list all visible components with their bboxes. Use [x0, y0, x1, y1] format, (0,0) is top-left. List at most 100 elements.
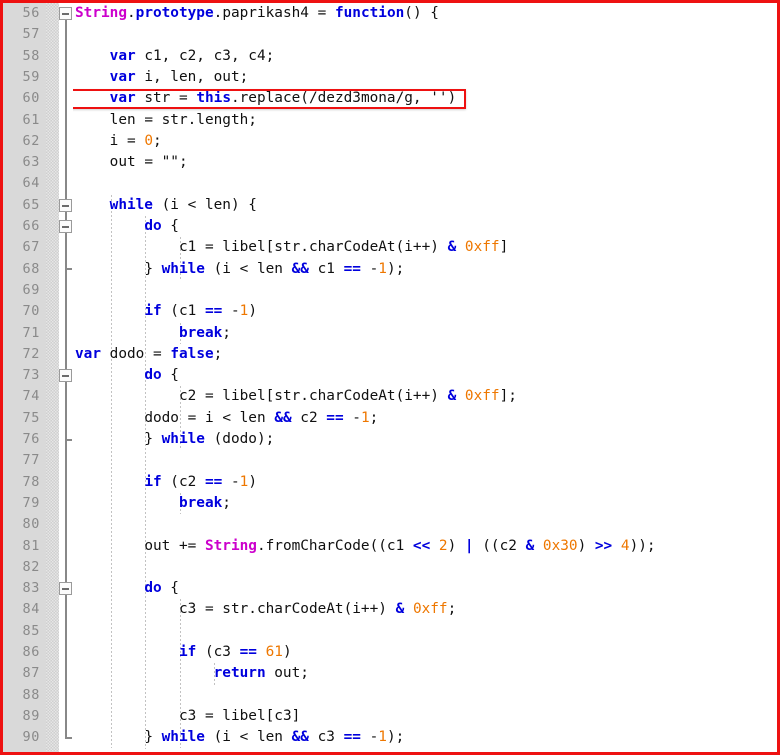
code-line[interactable]: if (c2 == -1) [73, 472, 777, 493]
code-line[interactable]: return out; [73, 663, 777, 684]
code-line[interactable]: break; [73, 323, 777, 344]
code-line-text: return out; [73, 665, 309, 681]
code-token: && [291, 729, 309, 746]
code-line[interactable]: var i, len, out; [73, 67, 777, 88]
fold-toggle-icon[interactable] [59, 369, 72, 383]
code-token: ) [248, 303, 257, 320]
code-token: .replace(/dezd3mona/g, '') [230, 90, 457, 107]
code-line[interactable]: do { [73, 216, 777, 237]
code-line[interactable]: if (c3 == 61) [73, 642, 777, 663]
code-line[interactable] [73, 450, 777, 471]
code-line[interactable]: while (i < len) { [73, 195, 777, 216]
code-line[interactable]: dodo = i < len && c2 == -1; [73, 408, 777, 429]
code-token: { [161, 367, 179, 384]
code-token: & [395, 601, 405, 618]
code-line[interactable]: c2 = libel[str.charCodeAt(i++) & 0xff]; [73, 386, 777, 407]
code-token: false [170, 345, 214, 362]
code-line[interactable] [73, 685, 777, 706]
code-token: c1, c2, c3, c4; [135, 47, 275, 64]
code-text-area[interactable]: String.prototype.paprikash4 = function()… [73, 3, 777, 752]
code-line[interactable]: String.prototype.paprikash4 = function()… [73, 3, 777, 24]
line-number-list: 56 57 58 59 60 61 62 63 64 65 66 67 68 69 70 71 72 73 74 75… [3, 3, 46, 752]
code-line-text: i = 0; [73, 133, 162, 149]
code-token: var [109, 68, 136, 85]
code-line[interactable] [73, 621, 777, 642]
code-line[interactable]: break; [73, 493, 777, 514]
code-token: 1 [360, 409, 370, 426]
code-line[interactable]: do { [73, 578, 777, 599]
code-token: function [334, 5, 405, 21]
line-number-gutter[interactable]: 56 57 58 59 60 61 62 63 64 65 66 67 68 69 70 71 72 73 74 75… [3, 3, 46, 752]
code-token: } [144, 729, 162, 746]
code-line-text: var str = this.replace(/dezd3mona/g, '') [73, 90, 457, 107]
line-number: 90 [22, 729, 40, 746]
code-line[interactable]: len = str.length; [73, 110, 777, 131]
code-token: - [230, 303, 240, 320]
code-token: = [152, 345, 162, 362]
code-token: ) [577, 537, 595, 554]
line-number: 80 [22, 516, 40, 533]
code-token: ((c2 [473, 537, 526, 554]
code-line[interactable]: c3 = libel[c3] [73, 706, 777, 727]
line-number: 59 [22, 68, 40, 85]
code-line-text: } while (dodo); [73, 431, 274, 447]
code-token: 61 [265, 644, 283, 660]
code-line[interactable] [73, 24, 777, 45]
code-line[interactable]: var c1, c2, c3, c4; [73, 46, 777, 67]
code-line[interactable]: var str = this.replace(/dezd3mona/g, '') [73, 88, 777, 109]
code-token: break [178, 324, 223, 341]
code-token: >> [594, 537, 613, 554]
code-line[interactable]: out += String.fromCharCode((c1 << 2) | (… [73, 536, 777, 557]
fold-toggle-icon[interactable] [59, 198, 72, 212]
line-number: 84 [22, 601, 40, 618]
code-token: = [317, 5, 327, 21]
code-line[interactable]: i = 0; [73, 131, 777, 152]
line-number: 81 [22, 537, 40, 554]
code-line[interactable]: } while (i < len && c3 == -1); [73, 727, 777, 748]
line-number: 73 [22, 367, 40, 384]
code-token: ; [369, 409, 379, 426]
code-line[interactable] [73, 514, 777, 535]
code-line[interactable]: var dodo = false; [73, 344, 777, 365]
code-token: ; [447, 601, 457, 618]
code-token: c2 [178, 388, 205, 405]
code-line[interactable]: c1 = libel[str.charCodeAt(i++) & 0xff] [73, 237, 777, 258]
code-token: if [144, 473, 162, 490]
code-line[interactable]: } while (dodo); [73, 429, 777, 450]
code-line-text: if (c1 == -1) [73, 303, 257, 319]
line-number: 75 [22, 409, 40, 426]
code-line[interactable]: do { [73, 365, 777, 386]
fold-toggle-icon[interactable] [59, 220, 72, 234]
fold-toggle-icon[interactable] [59, 7, 72, 21]
line-number: 68 [22, 260, 40, 277]
code-token: c3 [308, 729, 344, 746]
code-token: dodo [101, 345, 153, 362]
fold-toggle-icon[interactable] [59, 582, 72, 596]
gutter-separator-strip [46, 3, 59, 752]
code-line[interactable]: } while (i < len && c1 == -1); [73, 259, 777, 280]
line-number: 58 [22, 47, 40, 64]
code-token: = [204, 601, 214, 618]
code-line[interactable] [73, 557, 777, 578]
code-line-text: c3 = str.charCodeAt(i++) & 0xff; [73, 601, 456, 617]
code-folding-column[interactable] [59, 3, 73, 752]
code-line[interactable] [73, 173, 777, 194]
code-token: = [144, 154, 153, 171]
code-line[interactable]: if (c1 == -1) [73, 301, 777, 322]
code-token: == [326, 409, 344, 426]
code-line-text: c2 = libel[str.charCodeAt(i++) & 0xff]; [73, 388, 517, 404]
line-number: 65 [22, 196, 40, 213]
code-line[interactable]: out = ""; [73, 152, 777, 173]
code-line-text: do { [73, 218, 179, 234]
code-line[interactable]: c3 = str.charCodeAt(i++) & 0xff; [73, 599, 777, 620]
fold-end-marker-icon [65, 736, 72, 739]
code-line-text: c1 = libel[str.charCodeAt(i++) & 0xff] [73, 239, 508, 255]
code-line[interactable] [73, 280, 777, 301]
